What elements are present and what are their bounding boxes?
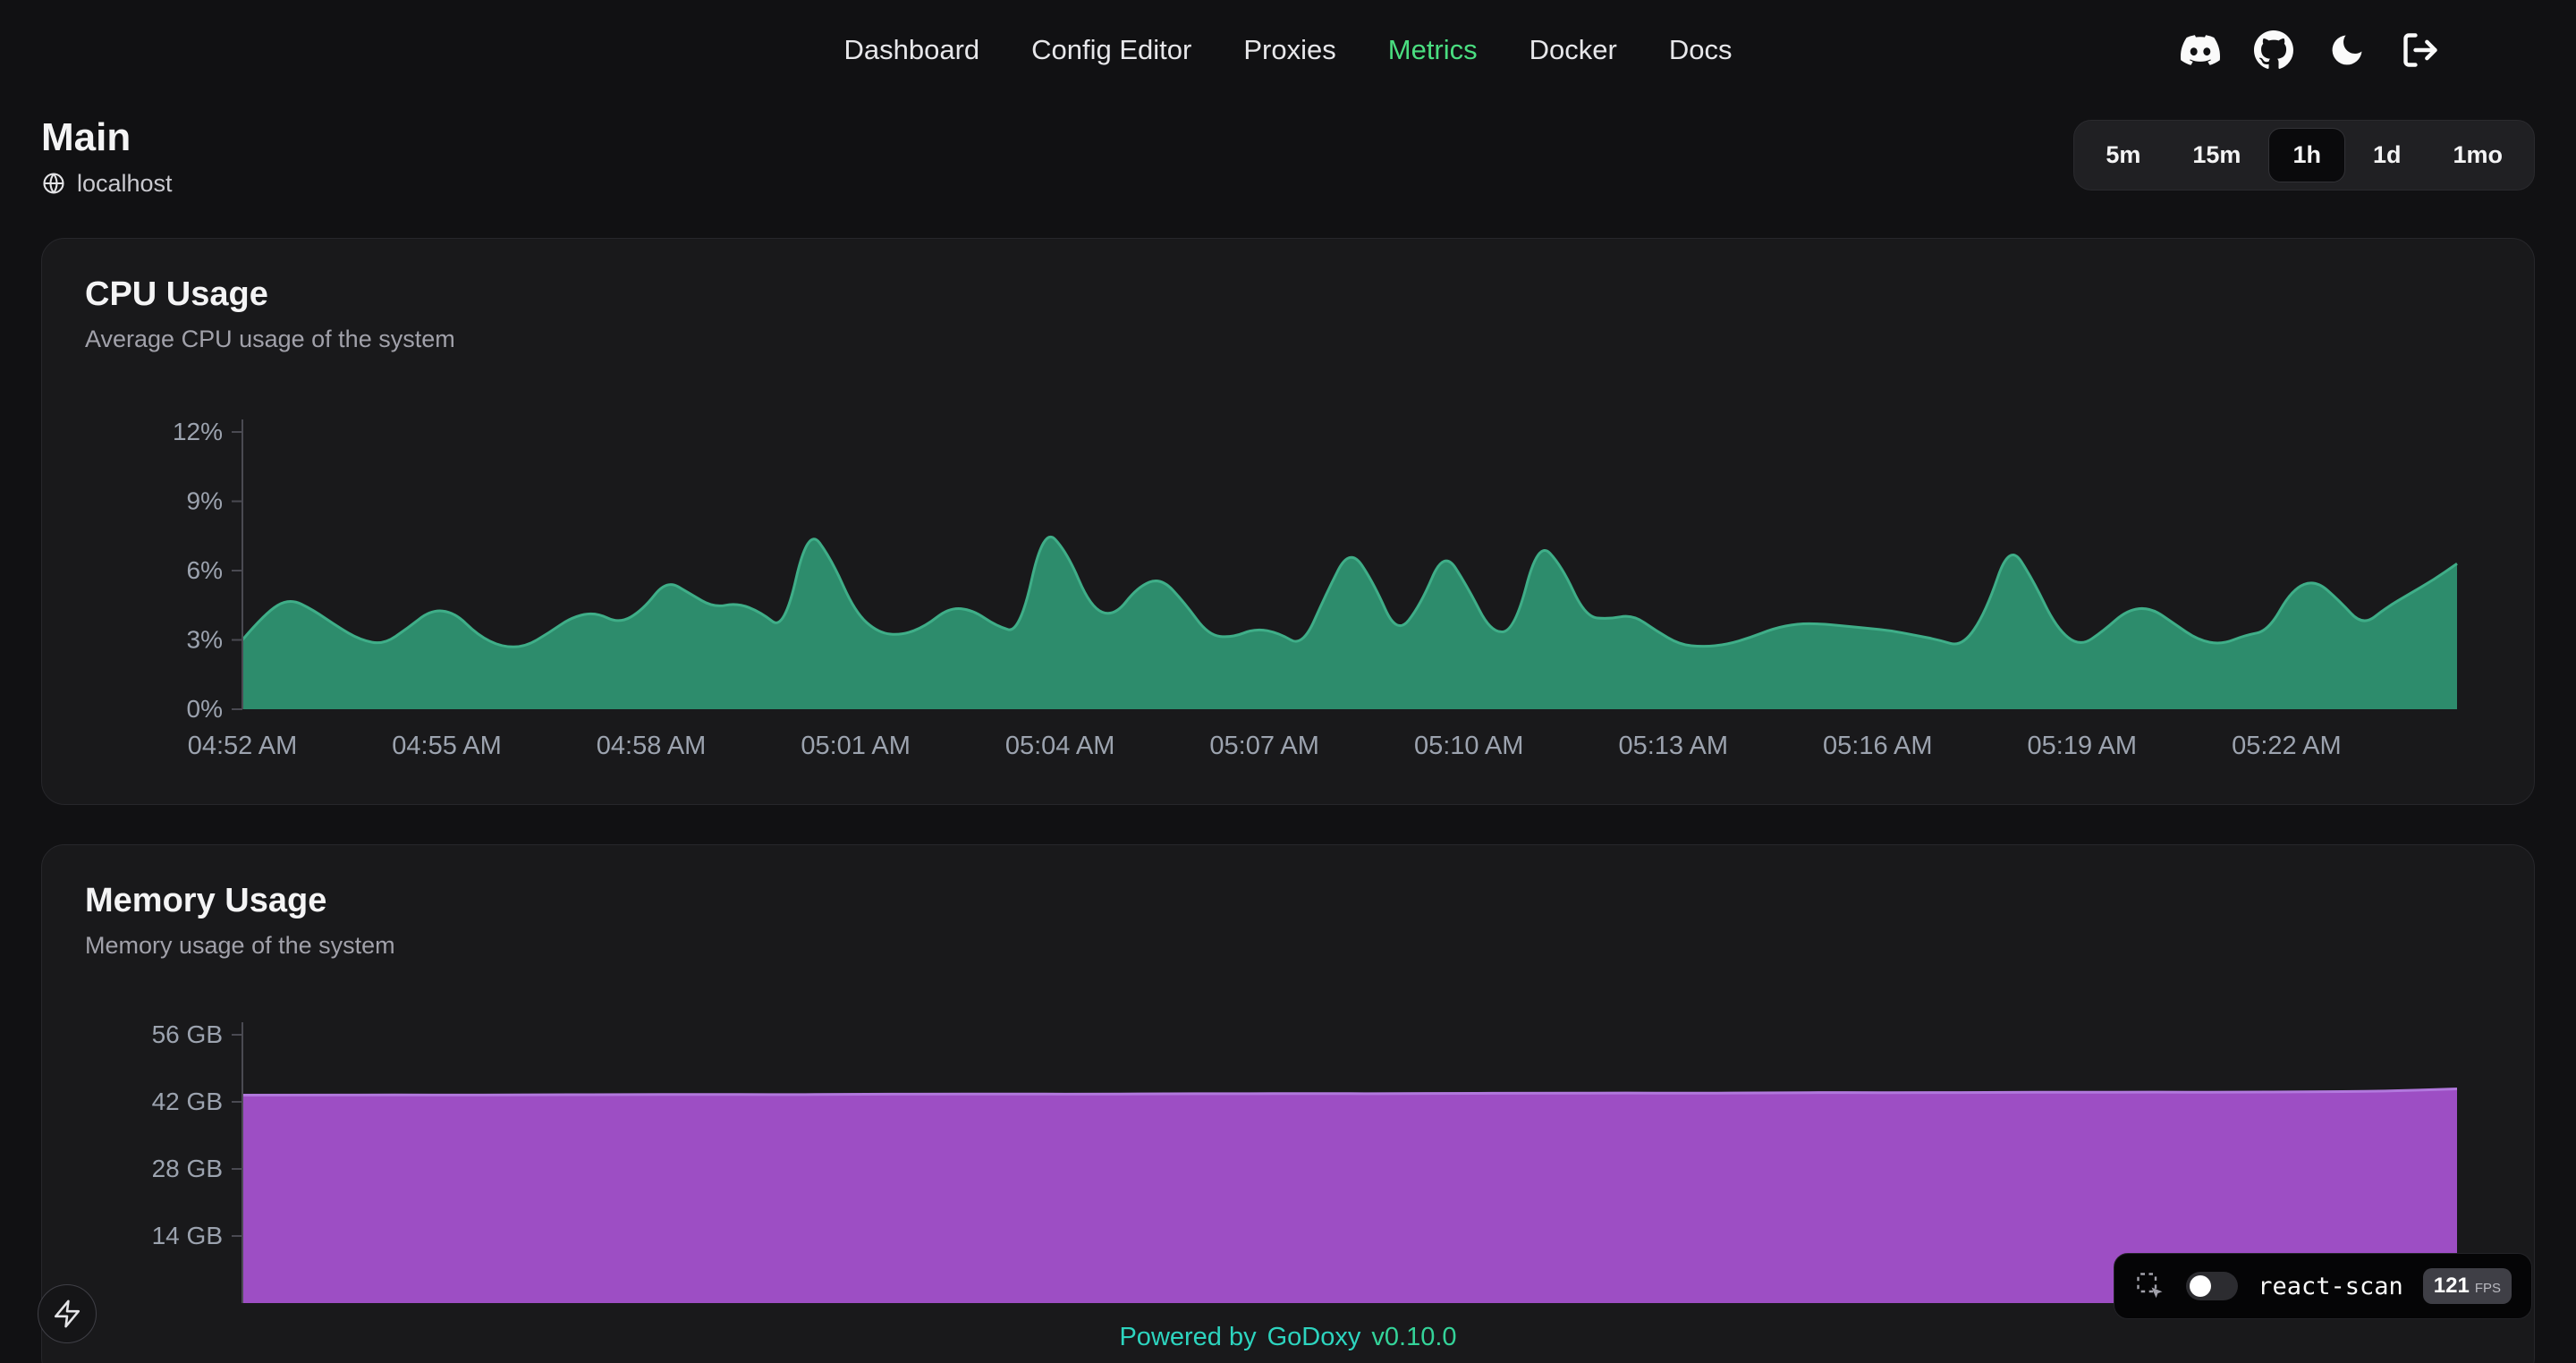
- svg-text:28 GB: 28 GB: [152, 1155, 223, 1182]
- header-row: Main localhost 5m 15m 1h 1d 1mo: [0, 114, 2576, 199]
- page-title: Main: [41, 114, 173, 161]
- svg-text:12%: 12%: [173, 418, 223, 445]
- svg-text:05:07 AM: 05:07 AM: [1209, 732, 1319, 760]
- globe-icon: [41, 171, 66, 196]
- svg-text:9%: 9%: [187, 487, 223, 515]
- react-scan-toggle[interactable]: [2186, 1272, 2238, 1300]
- footer-powered-by: Powered by: [1119, 1323, 1256, 1352]
- memory-card-title: Memory Usage: [85, 881, 2491, 920]
- svg-text:04:58 AM: 04:58 AM: [597, 732, 707, 760]
- nav-icon-group: [2181, 0, 2440, 100]
- inspect-icon[interactable]: [2134, 1270, 2166, 1302]
- fps-unit: FPS: [2475, 1281, 2501, 1296]
- svg-text:05:04 AM: 05:04 AM: [1005, 732, 1115, 760]
- svg-text:04:52 AM: 04:52 AM: [188, 732, 298, 760]
- footer-version: v0.10.0: [1371, 1323, 1456, 1352]
- svg-text:05:22 AM: 05:22 AM: [2232, 732, 2342, 760]
- top-nav: Dashboard Config Editor Proxies Metrics …: [0, 0, 2576, 100]
- svg-text:05:01 AM: 05:01 AM: [801, 732, 911, 760]
- svg-text:14 GB: 14 GB: [152, 1222, 223, 1249]
- fps-badge: 121 FPS: [2423, 1268, 2512, 1304]
- nav-item-config-editor[interactable]: Config Editor: [1031, 34, 1191, 66]
- svg-text:6%: 6%: [187, 556, 223, 584]
- svg-text:05:10 AM: 05:10 AM: [1414, 732, 1524, 760]
- svg-text:05:16 AM: 05:16 AM: [1823, 732, 1933, 760]
- footer: Powered by GoDoxy v0.10.0: [0, 1323, 2576, 1352]
- nav-item-docker[interactable]: Docker: [1530, 34, 1617, 66]
- footer-brand-link[interactable]: GoDoxy: [1267, 1323, 1361, 1352]
- logout-icon[interactable]: [2401, 30, 2440, 70]
- time-range-selector: 5m 15m 1h 1d 1mo: [2073, 120, 2535, 190]
- cpu-usage-card: CPU Usage Average CPU usage of the syste…: [41, 238, 2535, 805]
- time-range-1mo[interactable]: 1mo: [2428, 128, 2527, 182]
- svg-text:04:55 AM: 04:55 AM: [392, 732, 502, 760]
- svg-text:3%: 3%: [187, 626, 223, 654]
- discord-icon[interactable]: [2181, 30, 2220, 70]
- nav-items: Dashboard Config Editor Proxies Metrics …: [844, 34, 1733, 66]
- fps-value: 121: [2434, 1274, 2470, 1299]
- nav-item-proxies[interactable]: Proxies: [1243, 34, 1335, 66]
- svg-text:05:19 AM: 05:19 AM: [2028, 732, 2138, 760]
- host-label: localhost: [77, 170, 173, 198]
- header-left: Main localhost: [41, 114, 173, 199]
- time-range-1h[interactable]: 1h: [2268, 128, 2345, 182]
- github-icon[interactable]: [2254, 30, 2293, 70]
- memory-card-subtitle: Memory usage of the system: [85, 931, 2491, 960]
- cpu-usage-chart[interactable]: 12% 9% 6% 3% 0% 04:52 AM 04:55 AM 04:58 AM 05:01…: [85, 393, 2493, 768]
- react-scan-widget: react-scan 121 FPS: [2114, 1253, 2532, 1319]
- nav-item-dashboard[interactable]: Dashboard: [844, 34, 980, 66]
- svg-text:56 GB: 56 GB: [152, 1020, 223, 1048]
- svg-text:42 GB: 42 GB: [152, 1088, 223, 1115]
- time-range-5m[interactable]: 5m: [2081, 128, 2165, 182]
- nav-item-metrics[interactable]: Metrics: [1388, 34, 1478, 66]
- host-row: localhost: [41, 168, 173, 199]
- zap-icon: [52, 1299, 82, 1329]
- svg-text:05:13 AM: 05:13 AM: [1618, 732, 1728, 760]
- time-range-15m[interactable]: 15m: [2168, 128, 2265, 182]
- toggle-knob: [2190, 1275, 2211, 1297]
- cpu-card-title: CPU Usage: [85, 275, 2491, 314]
- nav-item-docs[interactable]: Docs: [1669, 34, 1733, 66]
- moon-icon[interactable]: [2327, 30, 2367, 70]
- react-scan-label: react-scan: [2258, 1273, 2403, 1300]
- zap-button[interactable]: [38, 1284, 97, 1343]
- cpu-card-subtitle: Average CPU usage of the system: [85, 325, 2491, 353]
- svg-text:0%: 0%: [187, 695, 223, 723]
- time-range-1d[interactable]: 1d: [2349, 128, 2426, 182]
